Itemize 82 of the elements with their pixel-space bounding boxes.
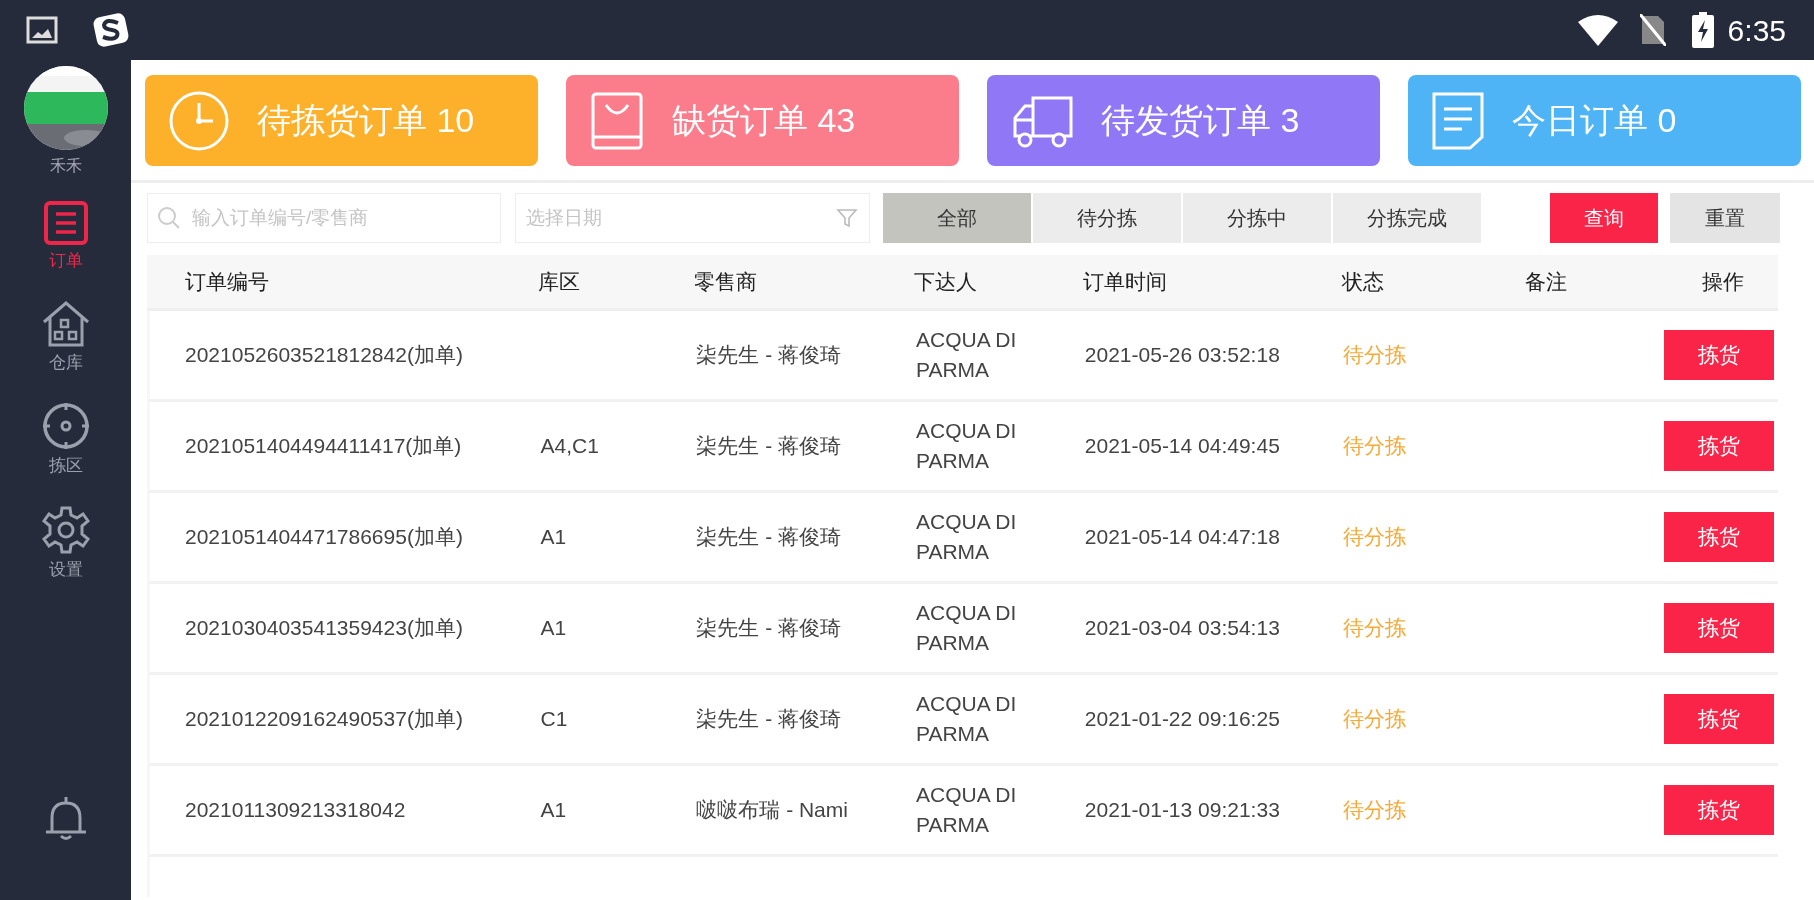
gear-icon [40,504,91,555]
status-text: 待分拣 [1343,797,1408,824]
table-cell-text: 2021-03-04 03:54:13 [1084,615,1281,642]
table-cell-text: 柒先生 - 蒋俊琦 [696,706,842,733]
status-text: 待分拣 [1343,615,1408,642]
table-cell-text: 2021011309213318042 [184,797,407,824]
filter-tab[interactable]: 全部 [883,193,1031,243]
reset-button[interactable]: 重置 [1670,193,1780,243]
table-cell-text: A1 [540,524,568,551]
table-cell-text: 柒先生 - 蒋俊琦 [696,342,842,369]
nav-item[interactable]: 仓库 [40,299,91,375]
date-field[interactable]: 选择日期 [515,193,870,243]
table-cell-text: 柒先生 - 蒋俊琦 [696,615,842,642]
filter-icon [836,207,858,229]
column-header: 状态 [1342,268,1385,295]
table-cell-text: 2021-01-13 09:21:33 [1084,797,1281,824]
battery-icon [1691,12,1714,48]
pick-button[interactable]: 拣货 [1664,785,1774,835]
column-header: 订单编号 [184,268,270,295]
table-cell-text: 柒先生 - 蒋俊琦 [696,524,842,551]
app-icon [92,12,130,48]
status-text: 待分拣 [1343,706,1408,733]
pick-button[interactable]: 拣货 [1664,330,1774,380]
table-cell-text: 2021052603521812842(加单) [184,342,464,369]
column-header: 操作 [1701,268,1745,295]
table-cell-text: ACQUA DI PARMA [916,600,1018,656]
image-icon [26,16,58,44]
nav-item[interactable]: 设置 [40,504,91,582]
card-label: 待发货订单 3 [1101,100,1300,141]
table-cell-text: 2021051404494411417(加单) [184,433,463,460]
card-label: 缺货订单 43 [672,100,856,141]
table-cell-text: 2021-05-26 03:52:18 [1084,342,1281,369]
table-cell-text: 2021051404471786695(加单) [184,524,464,551]
column-header: 备注 [1525,268,1568,295]
table-cell-text: A4,C1 [540,433,600,460]
table-cell-text: 2021-05-14 04:47:18 [1084,524,1281,551]
search-field[interactable]: 输入订单编号/零售商 [147,193,501,243]
nav-item[interactable]: 拣区 [40,401,91,479]
table-cell-text: ACQUA DI PARMA [916,327,1018,383]
table-cell-text: A1 [540,615,568,642]
table-cell-text: ACQUA DI PARMA [916,509,1018,565]
table-cell-text: 2021-01-22 09:16:25 [1084,706,1281,733]
column-header: 订单时间 [1083,268,1168,295]
filter-tab[interactable]: 分拣中 [1183,193,1331,243]
pick-button[interactable]: 拣货 [1664,421,1774,471]
table-cell-text: 2021-05-14 04:49:45 [1084,433,1281,460]
card-label: 今日订单 0 [1512,100,1677,141]
filter-tab[interactable]: 分拣完成 [1333,193,1481,243]
no-sim-icon [1639,14,1666,46]
column-header: 零售商 [694,268,758,295]
table-cell-text: C1 [540,706,569,733]
pick-button[interactable]: 拣货 [1664,512,1774,562]
table-cell-text: 2021012209162490537(加单) [184,706,464,733]
column-header: 库区 [538,268,581,295]
table-cell-text: 啵啵布瑞 - Nami [696,797,849,824]
status-text: 待分拣 [1343,433,1408,460]
target-icon [40,401,91,451]
list-icon [42,200,89,246]
user-name: 禾禾 [49,156,82,176]
column-header: 下达人 [914,268,978,295]
table-cell-text: 柒先生 - 蒋俊琦 [696,433,842,460]
status-text: 待分拣 [1343,342,1408,369]
query-button[interactable]: 查询 [1550,193,1658,243]
status-text: 待分拣 [1343,524,1408,551]
wifi-icon [1577,14,1618,46]
nav-item[interactable]: 订单 [42,200,89,274]
filter-tab[interactable]: 待分拣 [1033,193,1181,243]
table-cell-text: ACQUA DI PARMA [916,782,1018,838]
document-icon [1430,90,1486,151]
table-cell-text: ACQUA DI PARMA [916,418,1018,474]
pick-button[interactable]: 拣货 [1664,694,1774,744]
table-cell-text: 2021030403541359423(加单) [184,615,464,642]
search-icon [157,206,181,230]
summary-card[interactable]: 缺货订单 43 [566,75,959,166]
clock-time: 6:35 [1727,12,1786,49]
summary-card[interactable]: 待发货订单 3 [987,75,1380,166]
pick-button[interactable]: 拣货 [1664,603,1774,653]
summary-card[interactable]: 今日订单 0 [1408,75,1801,166]
table-cell-text: ACQUA DI PARMA [916,691,1018,747]
house-icon [40,299,91,348]
card-label: 待拣货订单 10 [257,100,475,141]
table-cell-text: A1 [540,797,568,824]
